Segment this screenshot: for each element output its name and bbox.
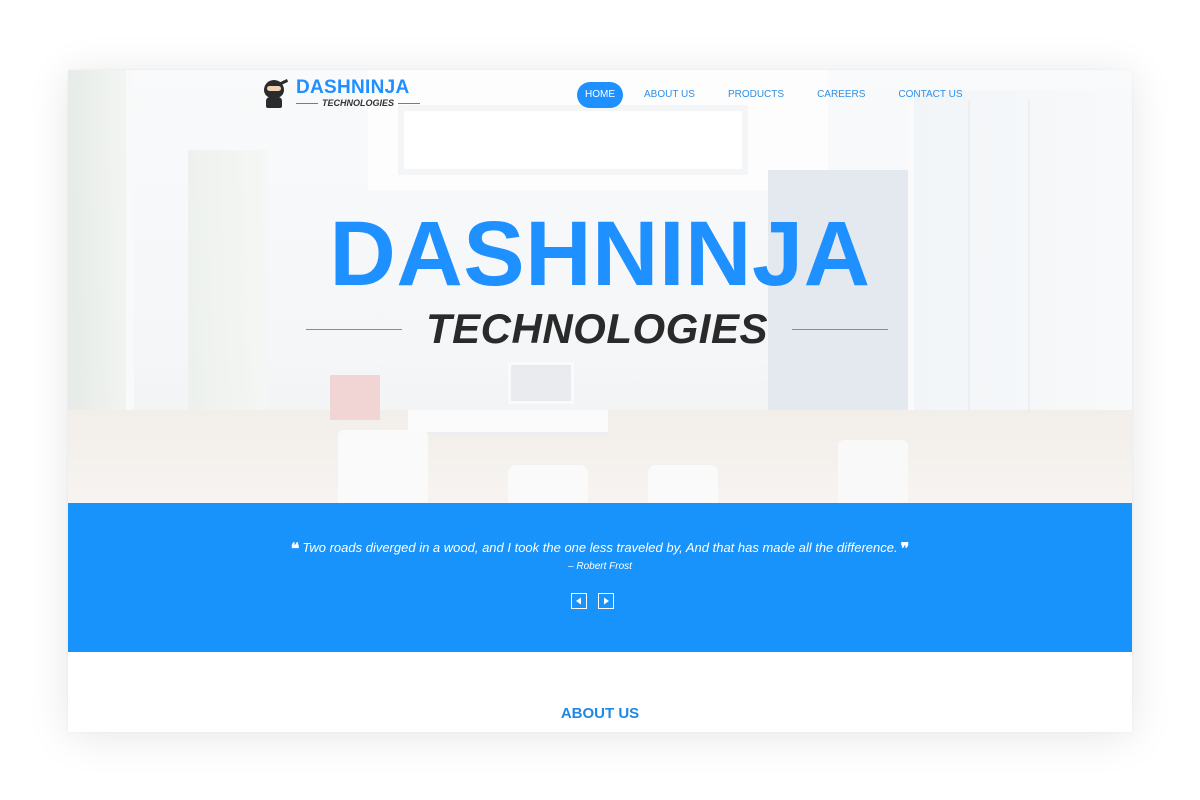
nav-home[interactable]: HOME bbox=[577, 82, 623, 108]
logo-text: DASHNINJA TECHNOLOGIES bbox=[296, 77, 421, 108]
quote-close-icon: ❞ bbox=[900, 541, 910, 558]
nav-about-us[interactable]: ABOUT US bbox=[638, 82, 701, 108]
nav-careers[interactable]: CAREERS bbox=[811, 82, 871, 108]
quote-prev-button[interactable] bbox=[571, 593, 587, 609]
quote-text: Two roads diverged in a wood, and I took… bbox=[302, 540, 898, 555]
quote-section: ❝ Two roads diverged in a wood, and I too… bbox=[68, 503, 1132, 652]
quote-line: ❝ Two roads diverged in a wood, and I too… bbox=[68, 539, 1132, 559]
logo-title: DASHNINJA bbox=[296, 77, 410, 98]
hero-divider-right bbox=[792, 328, 888, 330]
main-nav: HOME ABOUT US PRODUCTS CAREERS CONTACT U… bbox=[577, 82, 990, 108]
logo-tagline: TECHNOLOGIES bbox=[322, 98, 395, 108]
quote-author: – Robert Frost bbox=[568, 561, 632, 572]
triangle-right-icon bbox=[604, 597, 609, 605]
nav-products[interactable]: PRODUCTS bbox=[722, 82, 790, 108]
hero-section: DASHNINJA TECHNOLOGIES HOME ABOUT US PRO… bbox=[68, 70, 1132, 503]
page-frame: DASHNINJA TECHNOLOGIES HOME ABOUT US PRO… bbox=[68, 70, 1132, 732]
logo-tagline-row: TECHNOLOGIES bbox=[296, 98, 421, 108]
ninja-icon bbox=[260, 78, 289, 108]
hero-subtitle-row: TECHNOLOGIES bbox=[306, 308, 888, 350]
nav-contact-us[interactable]: CONTACT US bbox=[892, 82, 968, 108]
quote-open-icon: ❝ bbox=[290, 541, 300, 558]
hero-divider-left bbox=[306, 328, 402, 330]
about-heading: ABOUT US bbox=[560, 705, 640, 722]
logo-divider bbox=[398, 103, 421, 104]
hero-subtitle: TECHNOLOGIES bbox=[425, 305, 769, 352]
logo-divider bbox=[296, 103, 318, 104]
hero-title: DASHNINJA bbox=[329, 203, 871, 305]
triangle-left-icon bbox=[576, 597, 581, 605]
quote-next-button[interactable] bbox=[598, 593, 614, 609]
site-logo[interactable]: DASHNINJA TECHNOLOGIES bbox=[260, 76, 421, 110]
quote-carousel-controls bbox=[571, 593, 625, 609]
